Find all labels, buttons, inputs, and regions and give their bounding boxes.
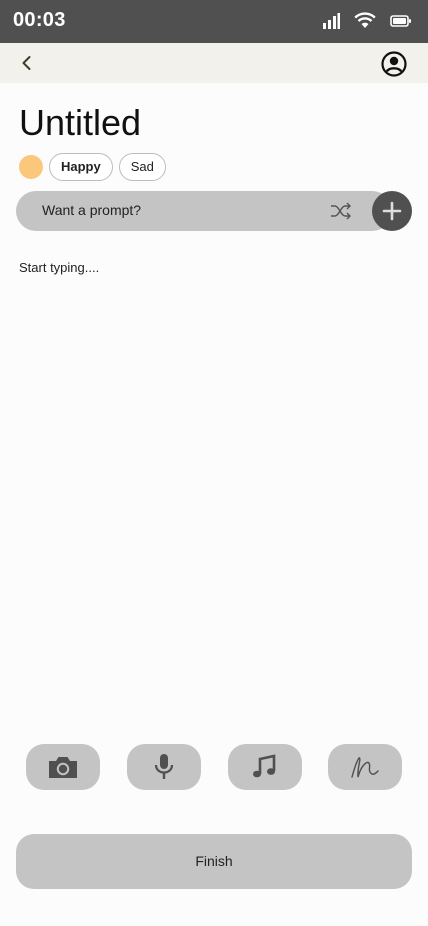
voice-record-button[interactable] <box>127 744 201 790</box>
shuffle-prompt-button[interactable] <box>329 201 353 221</box>
mood-chip-sad[interactable]: Sad <box>118 153 166 181</box>
status-time: 00:03 <box>13 9 66 31</box>
camera-button[interactable] <box>26 744 100 790</box>
account-circle-icon <box>381 51 407 77</box>
camera-icon <box>49 757 77 778</box>
prompt-label: Want a prompt? <box>42 202 142 218</box>
prompt-bar[interactable]: Want a prompt? <box>16 191 392 231</box>
nav-bar <box>0 43 428 83</box>
mood-color-dot[interactable] <box>19 155 43 179</box>
battery-icon <box>390 14 411 27</box>
music-note-icon <box>253 754 276 778</box>
plus-icon <box>382 201 402 221</box>
draw-button[interactable] <box>328 744 402 790</box>
finish-button[interactable]: Finish <box>16 834 412 889</box>
mood-chip-happy[interactable]: Happy <box>49 153 113 181</box>
chevron-left-icon <box>22 56 31 70</box>
entry-title[interactable]: Untitled <box>19 102 141 144</box>
cellular-signal-icon <box>323 12 340 29</box>
wifi-icon <box>354 12 376 28</box>
music-button[interactable] <box>228 744 302 790</box>
draw-icon <box>351 757 379 778</box>
mood-selector: Happy Sad <box>19 153 166 181</box>
media-toolbar <box>26 744 402 790</box>
entry-body-editor[interactable]: Start typing.... <box>19 260 409 720</box>
add-prompt-button[interactable] <box>372 191 412 231</box>
back-button[interactable] <box>16 52 38 74</box>
profile-button[interactable] <box>381 51 407 77</box>
shuffle-icon <box>331 202 351 220</box>
microphone-icon <box>154 754 174 779</box>
status-bar: 00:03 <box>0 0 428 43</box>
status-icons <box>322 12 412 29</box>
